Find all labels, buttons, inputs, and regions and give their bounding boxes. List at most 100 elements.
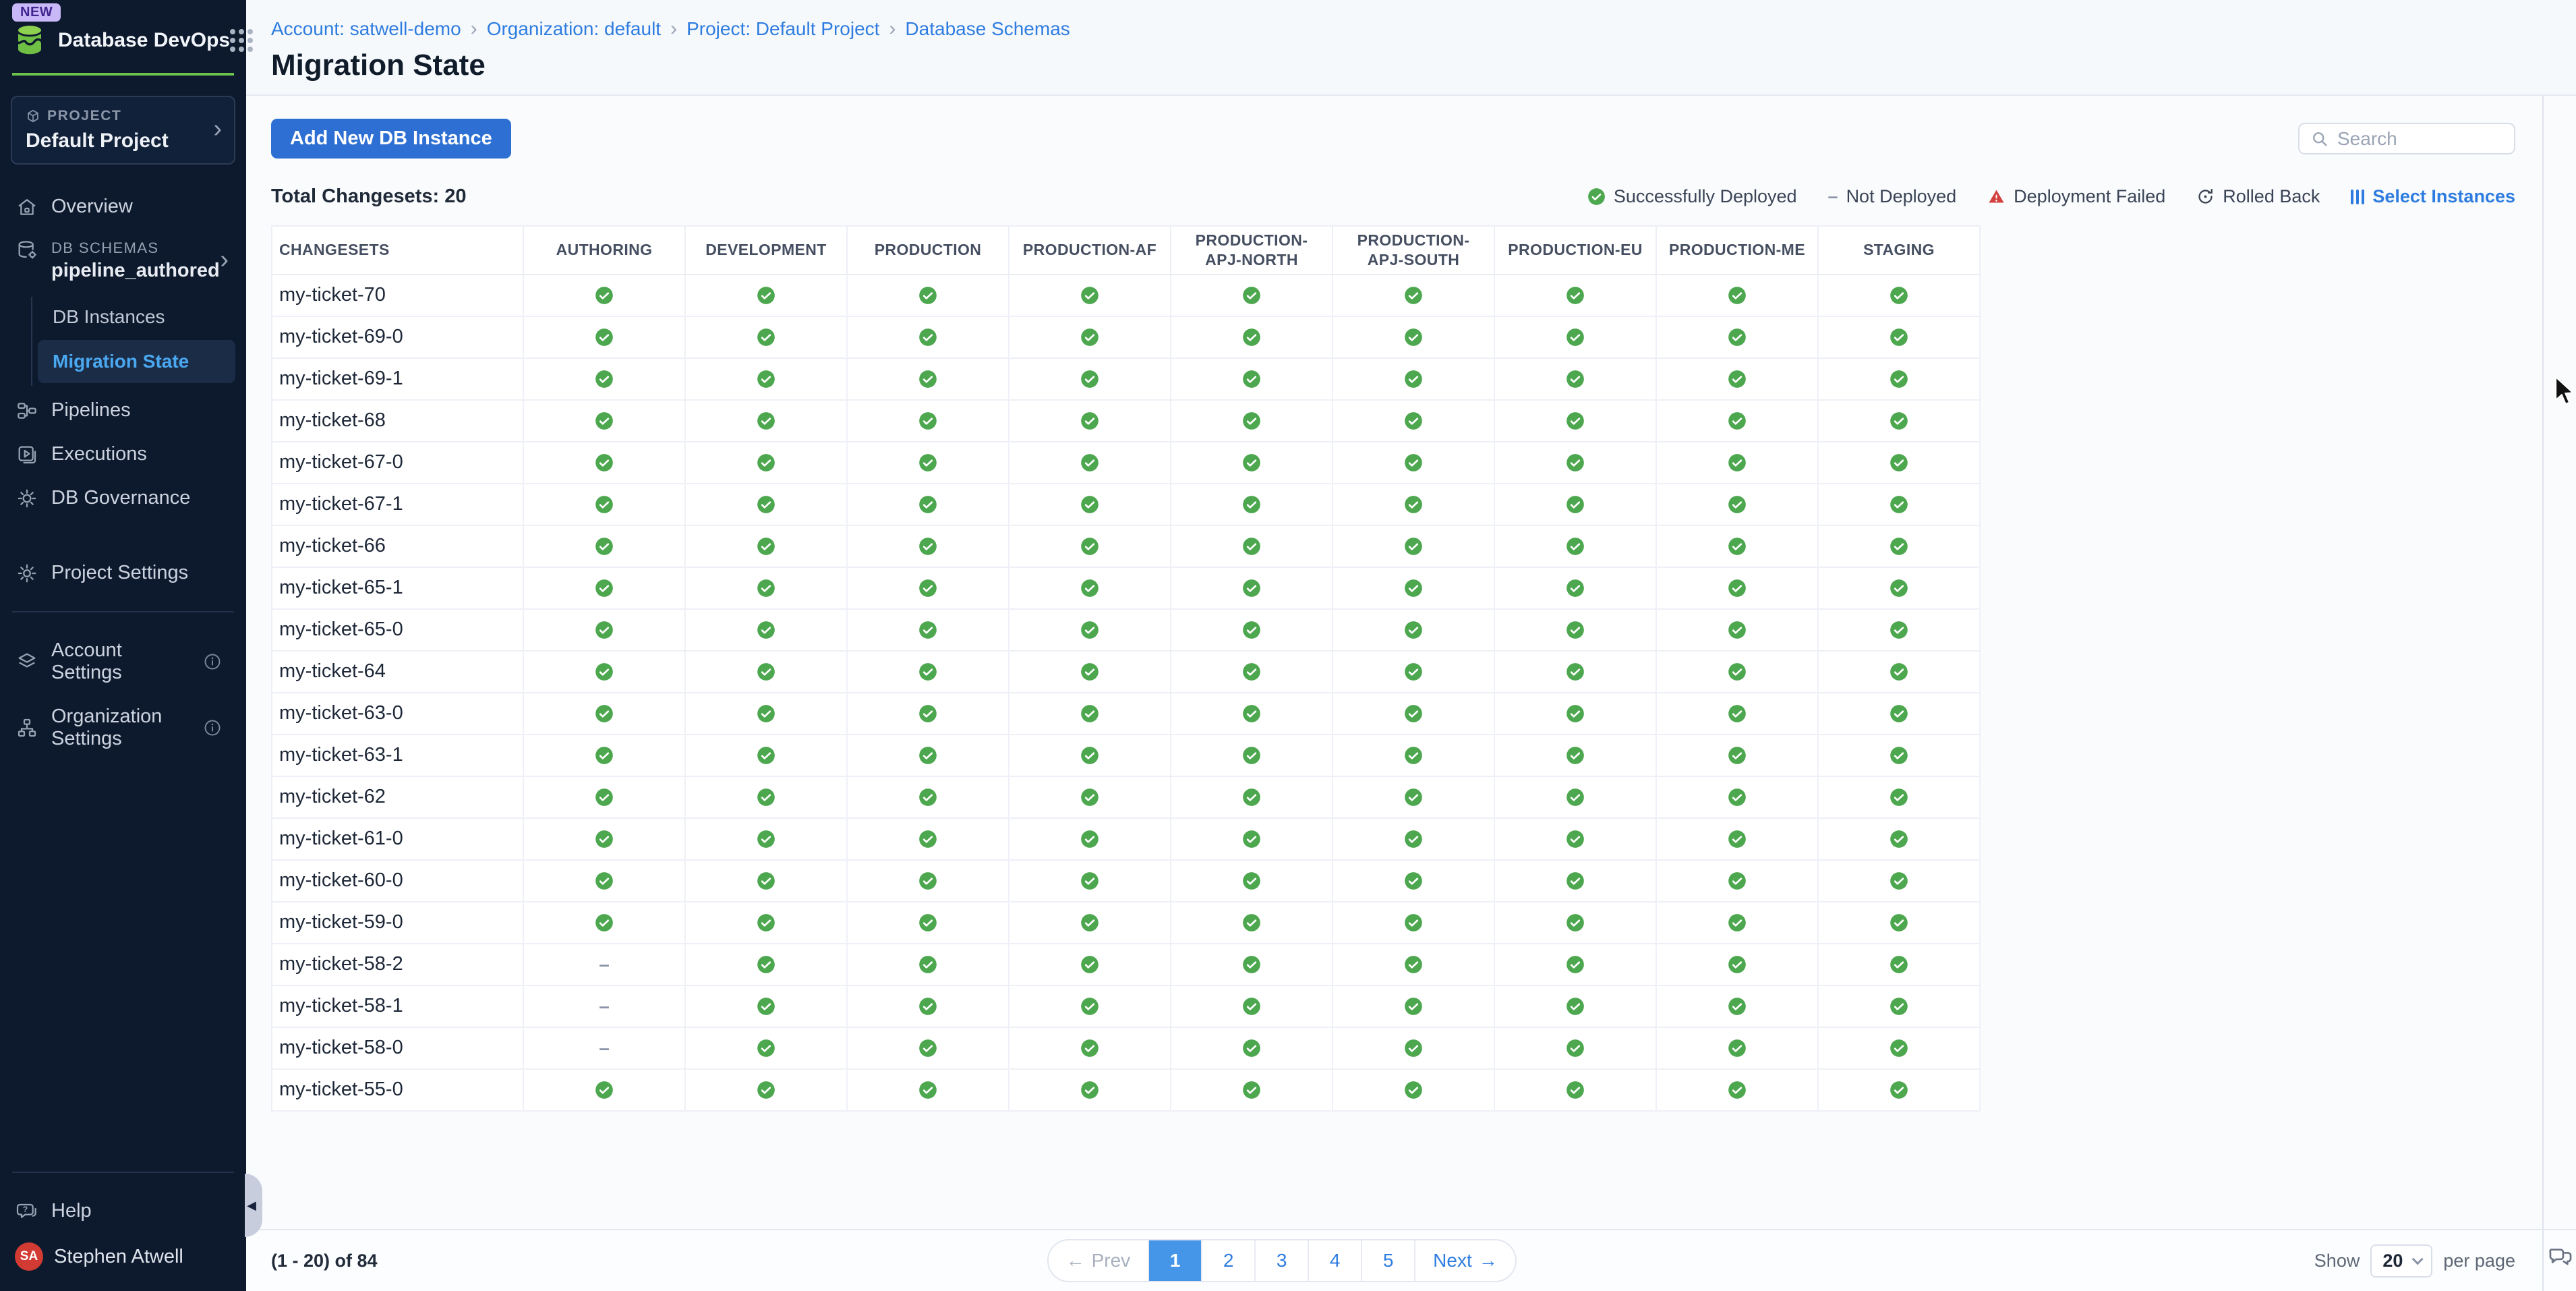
- add-new-db-instance-button[interactable]: Add New DB Instance: [271, 119, 511, 159]
- breadcrumb-link[interactable]: Organization: default: [487, 18, 661, 40]
- status-cell-deployed: [686, 275, 848, 317]
- status-cell-deployed: [848, 526, 1009, 568]
- status-cell-deployed: [1171, 317, 1333, 359]
- status-cell-deployed: [1009, 735, 1171, 777]
- page-number-button[interactable]: 1: [1149, 1240, 1202, 1281]
- changeset-name: my-ticket-58-1: [272, 986, 524, 1028]
- deployed-check-icon: [595, 830, 614, 849]
- breadcrumb-link[interactable]: Account: satwell-demo: [271, 18, 461, 40]
- sidebar-item-project-settings[interactable]: Project Settings: [0, 551, 246, 595]
- status-cell-deployed: [1495, 1028, 1657, 1070]
- deployed-check-icon: [1728, 411, 1747, 430]
- deployed-check-icon: [1890, 830, 1908, 849]
- deployed-check-icon: [1080, 913, 1099, 932]
- page-number-button[interactable]: 3: [1256, 1240, 1309, 1281]
- status-cell-deployed: [1495, 484, 1657, 526]
- status-cell-deployed: [686, 693, 848, 735]
- changeset-name: my-ticket-70: [272, 275, 524, 317]
- status-cell-deployed: [1333, 317, 1495, 359]
- deployed-check-icon: [757, 495, 775, 514]
- project-switcher[interactable]: PROJECT Default Project ›: [11, 96, 235, 165]
- not-deployed-dash-icon: –: [599, 954, 610, 975]
- status-cell-deployed: [524, 359, 686, 401]
- sidebar-item-db-instances[interactable]: DB Instances: [32, 297, 246, 337]
- deployed-check-icon: [918, 955, 937, 974]
- status-cell-deployed: [1657, 275, 1819, 317]
- search-input[interactable]: [2337, 128, 2503, 150]
- sidebar-item-db-governance[interactable]: DB Governance: [0, 476, 246, 520]
- scrollbar-track[interactable]: [2542, 96, 2544, 1291]
- deployed-check-icon: [1566, 788, 1585, 807]
- sidebar-item-overview[interactable]: Overview: [0, 185, 246, 229]
- sidebar-item-account-settings[interactable]: Account Settings: [0, 629, 246, 695]
- account-layers-icon: [16, 651, 38, 672]
- divider: [12, 1172, 234, 1173]
- deployed-check-icon: [1890, 411, 1908, 430]
- page-number-button[interactable]: 4: [1309, 1240, 1362, 1281]
- info-icon[interactable]: [203, 718, 222, 737]
- sidebar-item-pipelines[interactable]: Pipelines: [0, 389, 246, 432]
- user-menu[interactable]: SA Stephen Atwell: [0, 1233, 246, 1291]
- sidebar-item-db-schemas[interactable]: DB SCHEMAS pipeline_authored ›: [0, 229, 246, 293]
- breadcrumb-link[interactable]: Database Schemas: [905, 18, 1070, 40]
- status-cell-deployed: [1009, 442, 1171, 484]
- page-size-select[interactable]: 20: [2370, 1244, 2432, 1278]
- status-cell-deployed: [1819, 526, 1981, 568]
- sidebar-collapse-handle[interactable]: ◀: [245, 1174, 262, 1237]
- not-deployed-dash-icon: –: [1828, 186, 1838, 207]
- status-cell-deployed: [524, 861, 686, 902]
- deployed-check-icon: [1080, 997, 1099, 1016]
- status-cell-deployed: [1495, 777, 1657, 819]
- status-cell-deployed: [1333, 1070, 1495, 1112]
- toolbar: Add New DB Instance: [246, 96, 2576, 159]
- status-cell-deployed: [1171, 275, 1333, 317]
- status-cell-deployed: [1495, 735, 1657, 777]
- sidebar-item-migration-state[interactable]: Migration State: [38, 340, 235, 383]
- select-instances-button[interactable]: Select Instances: [2351, 186, 2515, 207]
- status-cell-deployed: [1009, 610, 1171, 652]
- chevron-right-icon: ›: [213, 115, 222, 144]
- deployed-check-icon: [757, 997, 775, 1016]
- deployed-check-icon: [1728, 1081, 1747, 1099]
- page-number-button[interactable]: 2: [1202, 1240, 1256, 1281]
- info-icon[interactable]: [203, 652, 222, 671]
- status-cell-deployed: [848, 317, 1009, 359]
- sidebar-item-organization-settings[interactable]: Organization Settings: [0, 695, 246, 761]
- status-cell-deployed: [1171, 735, 1333, 777]
- sidebar-item-label: DB Instances: [53, 306, 165, 327]
- sidebar-item-executions[interactable]: Executions: [0, 432, 246, 476]
- page-number-button[interactable]: 5: [1362, 1240, 1415, 1281]
- status-cell-deployed: [686, 819, 848, 861]
- status-cell-deployed: [1009, 693, 1171, 735]
- status-cell-deployed: [686, 944, 848, 986]
- feedback-chat-icon[interactable]: [2548, 1244, 2573, 1269]
- status-cell-deployed: [1819, 275, 1981, 317]
- sidebar-item-help[interactable]: ? Help: [0, 1189, 246, 1233]
- deployed-check-icon: [918, 621, 937, 639]
- apps-grid-icon[interactable]: [230, 29, 253, 52]
- deployed-check-icon: [595, 370, 614, 389]
- status-cell-deployed: [1495, 442, 1657, 484]
- status-cell-deployed: [848, 735, 1009, 777]
- main-content: Account: satwell-demo›Organization: defa…: [246, 0, 2576, 1291]
- deployed-check-icon: [1242, 621, 1261, 639]
- status-cell-deployed: [848, 359, 1009, 401]
- deployed-check-icon: [1404, 1039, 1423, 1058]
- deployed-check-icon: [1242, 495, 1261, 514]
- status-cell-deployed: [686, 986, 848, 1028]
- deployed-check-icon: [1080, 370, 1099, 389]
- prev-page-button[interactable]: ←Prev: [1049, 1240, 1150, 1281]
- deployed-check-icon: [1404, 997, 1423, 1016]
- breadcrumb-link[interactable]: Project: Default Project: [686, 18, 879, 40]
- sidebar: NEW Database DevOps PROJECT Default Proj…: [0, 0, 246, 1291]
- status-cell-deployed: [1495, 610, 1657, 652]
- deployed-check-icon: [1080, 411, 1099, 430]
- deployed-check-icon: [1242, 453, 1261, 472]
- status-cell-deployed: [1819, 484, 1981, 526]
- search-box[interactable]: [2298, 123, 2515, 154]
- status-cell-deployed: [524, 819, 686, 861]
- status-cell-deployed: [1657, 401, 1819, 442]
- deployed-check-icon: [1404, 1081, 1423, 1099]
- deployed-check-icon: [1242, 955, 1261, 974]
- next-page-button[interactable]: Next→: [1415, 1240, 1515, 1281]
